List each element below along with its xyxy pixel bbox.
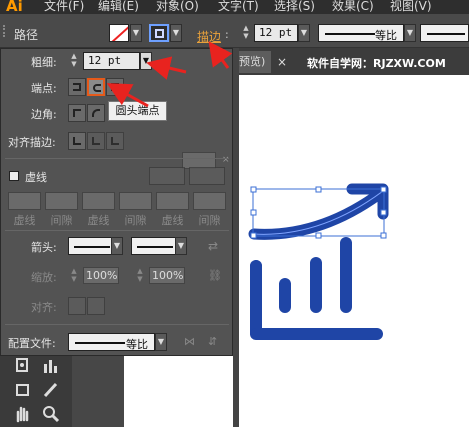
annotation-arrow-stroke [208, 41, 233, 69]
annotation-overlay [106, 41, 233, 108]
annotation-arrow-cap [106, 83, 149, 108]
annotation-arrow-weight [146, 56, 187, 80]
illustrator-window: Ai 文件(F) 编辑(E) 对象(O) 文字(T) 选择(S) 效果(C) 视… [0, 0, 469, 427]
